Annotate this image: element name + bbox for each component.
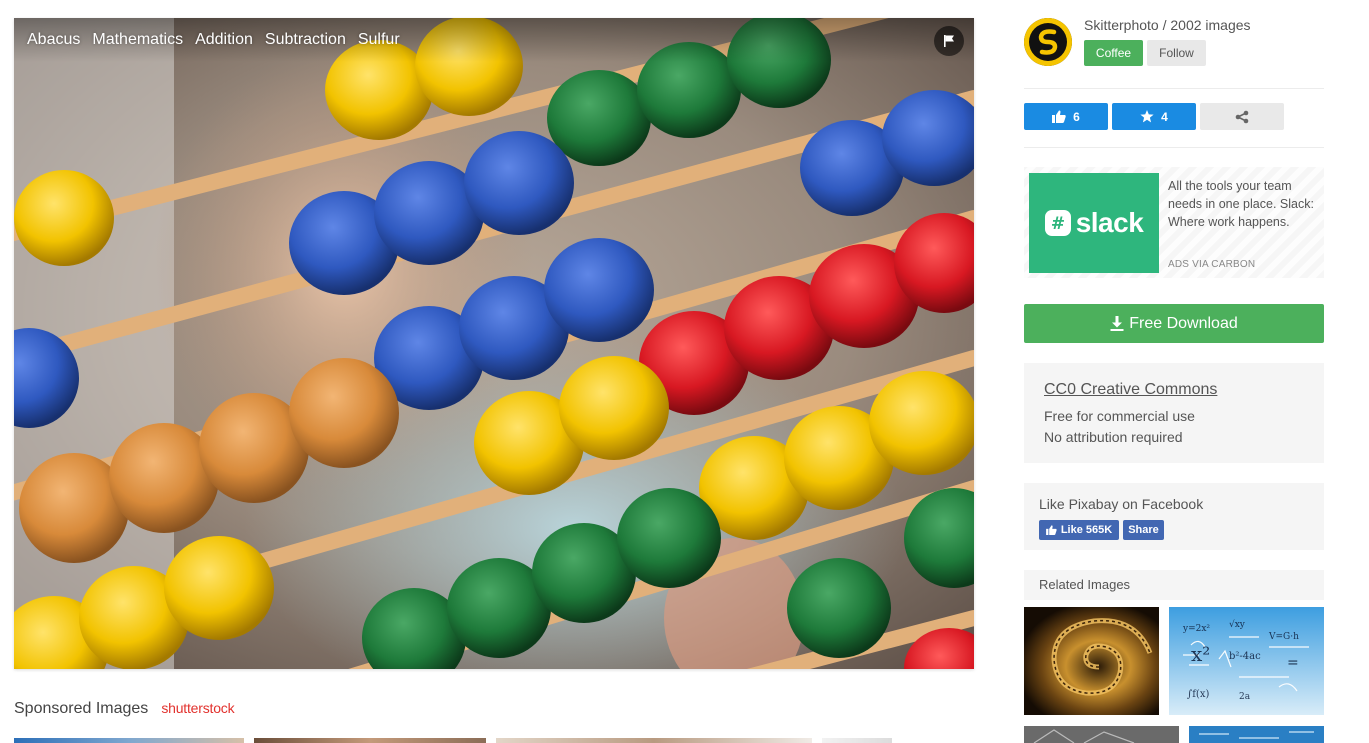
author-block: Skitterphoto / 2002 images Coffee Follow <box>1024 17 1324 70</box>
shutterstock-logo[interactable]: shutterstock <box>161 700 234 716</box>
related-thumbnail <box>1189 726 1324 743</box>
related-image[interactable] <box>1024 726 1179 743</box>
author-name[interactable]: Skitterphoto / 2002 images <box>1084 17 1251 33</box>
slack-logo-icon: # <box>1044 210 1071 236</box>
favorite-count: 4 <box>1161 109 1168 124</box>
facebook-share-button[interactable]: Share <box>1123 520 1164 540</box>
share-button[interactable] <box>1200 103 1284 130</box>
svg-text:x²: x² <box>1191 642 1210 666</box>
tag-link[interactable]: Mathematics <box>92 31 183 49</box>
related-images-title: Related Images <box>1039 577 1131 592</box>
flag-icon <box>944 35 954 47</box>
like-count: 6 <box>1073 109 1080 124</box>
download-icon <box>1110 316 1124 331</box>
math-formulas-thumbnail: y=2x² √xy x² b²-4ac V=G·h = ∫f(x) 2a <box>1169 607 1324 715</box>
sponsored-thumbnail[interactable] <box>254 738 486 743</box>
like-button[interactable]: 6 <box>1024 103 1108 130</box>
facebook-like-button[interactable]: Like 565K <box>1039 520 1119 540</box>
main-photo[interactable]: Abacus Mathematics Addition Subtraction … <box>14 18 974 669</box>
divider <box>1024 88 1324 89</box>
license-line: Free for commercial use <box>1044 408 1195 424</box>
sponsored-thumbnail[interactable] <box>496 738 812 743</box>
svg-text:=: = <box>1287 655 1299 671</box>
carbon-ad[interactable]: # slack All the tools your team needs in… <box>1024 167 1324 278</box>
avatar[interactable] <box>1024 18 1072 66</box>
favorite-button[interactable]: 4 <box>1112 103 1196 130</box>
related-image[interactable] <box>1189 726 1324 743</box>
tag-link[interactable]: Abacus <box>27 31 80 49</box>
follow-button[interactable]: Follow <box>1147 40 1206 66</box>
thumbs-up-icon <box>1052 110 1066 123</box>
flag-button[interactable] <box>934 26 964 56</box>
skitterphoto-logo-icon <box>1024 18 1072 66</box>
ad-text[interactable]: All the tools your team needs in one pla… <box>1168 177 1318 231</box>
star-icon <box>1140 110 1154 123</box>
tag-link[interactable]: Subtraction <box>265 31 346 49</box>
thumbs-up-icon <box>1045 525 1057 535</box>
tag-link[interactable]: Sulfur <box>358 31 400 49</box>
svg-text:2a: 2a <box>1239 692 1251 702</box>
fractal-spiral-thumbnail <box>1024 607 1159 715</box>
related-image[interactable] <box>1024 607 1159 715</box>
free-download-button[interactable]: Free Download <box>1024 304 1324 343</box>
svg-text:y=2x²: y=2x² <box>1182 624 1210 634</box>
divider <box>1024 147 1324 148</box>
related-images-header: Related Images <box>1024 570 1324 600</box>
svg-text:b²-4ac: b²-4ac <box>1229 651 1261 662</box>
action-buttons: 6 4 <box>1024 103 1288 130</box>
svg-text:√xy: √xy <box>1229 619 1246 630</box>
abacus-photo <box>14 18 974 669</box>
sponsored-thumbnails <box>14 738 902 743</box>
facebook-box: Like Pixabay on Facebook Like 565K Share <box>1024 483 1324 550</box>
related-thumbnail <box>1024 726 1179 743</box>
sponsored-thumbnail[interactable] <box>14 738 244 743</box>
coffee-button[interactable]: Coffee <box>1084 40 1143 66</box>
license-box: CC0 Creative Commons Free for commercial… <box>1024 363 1324 463</box>
sponsored-title: Sponsored Images <box>14 700 149 717</box>
slack-ad-image[interactable]: # slack <box>1029 173 1159 273</box>
tag-link[interactable]: Addition <box>195 31 253 49</box>
facebook-like-label: Like 565K <box>1060 524 1113 536</box>
related-image[interactable]: y=2x² √xy x² b²-4ac V=G·h = ∫f(x) 2a <box>1169 607 1324 715</box>
download-label: Free Download <box>1129 314 1238 332</box>
license-link[interactable]: CC0 Creative Commons <box>1044 381 1217 399</box>
svg-text:∫f(x): ∫f(x) <box>1187 689 1209 700</box>
svg-text:V=G·h: V=G·h <box>1268 632 1299 642</box>
facebook-title: Like Pixabay on Facebook <box>1039 496 1204 512</box>
ad-via-label[interactable]: ADS VIA CARBON <box>1168 259 1255 270</box>
tag-bar: Abacus Mathematics Addition Subtraction … <box>14 18 974 62</box>
sponsored-thumbnail[interactable] <box>822 738 892 743</box>
license-line: No attribution required <box>1044 429 1183 445</box>
svg-text:#: # <box>1051 214 1065 234</box>
share-icon <box>1235 110 1249 123</box>
sponsored-header: Sponsored Images shutterstock <box>14 700 235 718</box>
slack-wordmark: slack <box>1075 207 1144 238</box>
